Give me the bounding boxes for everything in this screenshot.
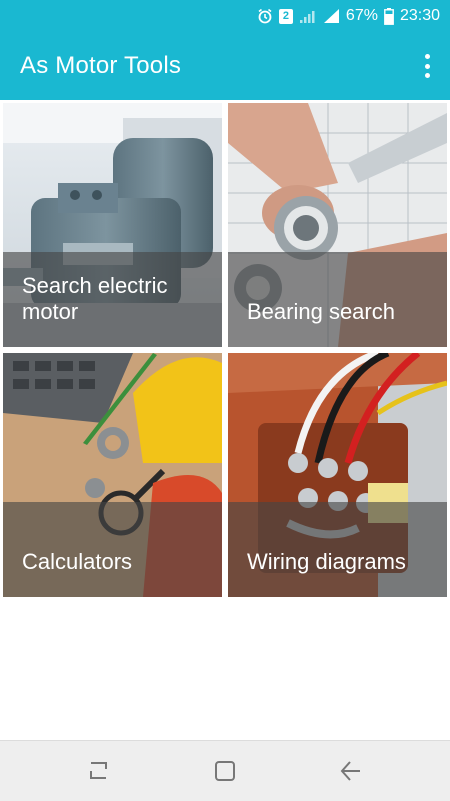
back-arrow-icon [340,761,360,781]
tile-bearing-search[interactable]: Bearing search [228,103,447,347]
recent-apps-button[interactable] [84,756,114,786]
tile-label: Search electric motor [22,273,168,324]
tile-calculators[interactable]: Calculators [3,353,222,597]
tile-label: Bearing search [247,299,395,324]
tile-label: Calculators [22,549,133,574]
app-bar: As Motor Tools [0,32,450,100]
recent-apps-icon [90,762,107,779]
status-time: 23:30 [399,7,440,24]
cell-signal-icon [323,8,340,24]
notification-count-badge: 2 [278,8,293,24]
system-nav-bar [0,740,450,801]
wifi-signal-icon [299,9,317,24]
alarm-clock-icon [257,8,273,24]
home-button[interactable] [210,756,240,786]
battery-percent: 67% [345,7,378,24]
home-icon [215,761,235,781]
status-bar: 2 67% 23:30 [0,0,450,32]
tile-search-electric-motor[interactable]: Search electric motor [3,103,222,347]
tile-wiring-diagrams[interactable]: Wiring diagrams [228,353,447,597]
back-button[interactable] [336,756,366,786]
battery-icon [384,7,394,25]
status-icons: 2 67% 23:30 [257,0,440,32]
more-options-button[interactable] [418,52,436,80]
app-title: As Motor Tools [20,52,182,79]
more-vert-icon [424,54,430,59]
tile-label: Wiring diagrams [247,549,406,574]
